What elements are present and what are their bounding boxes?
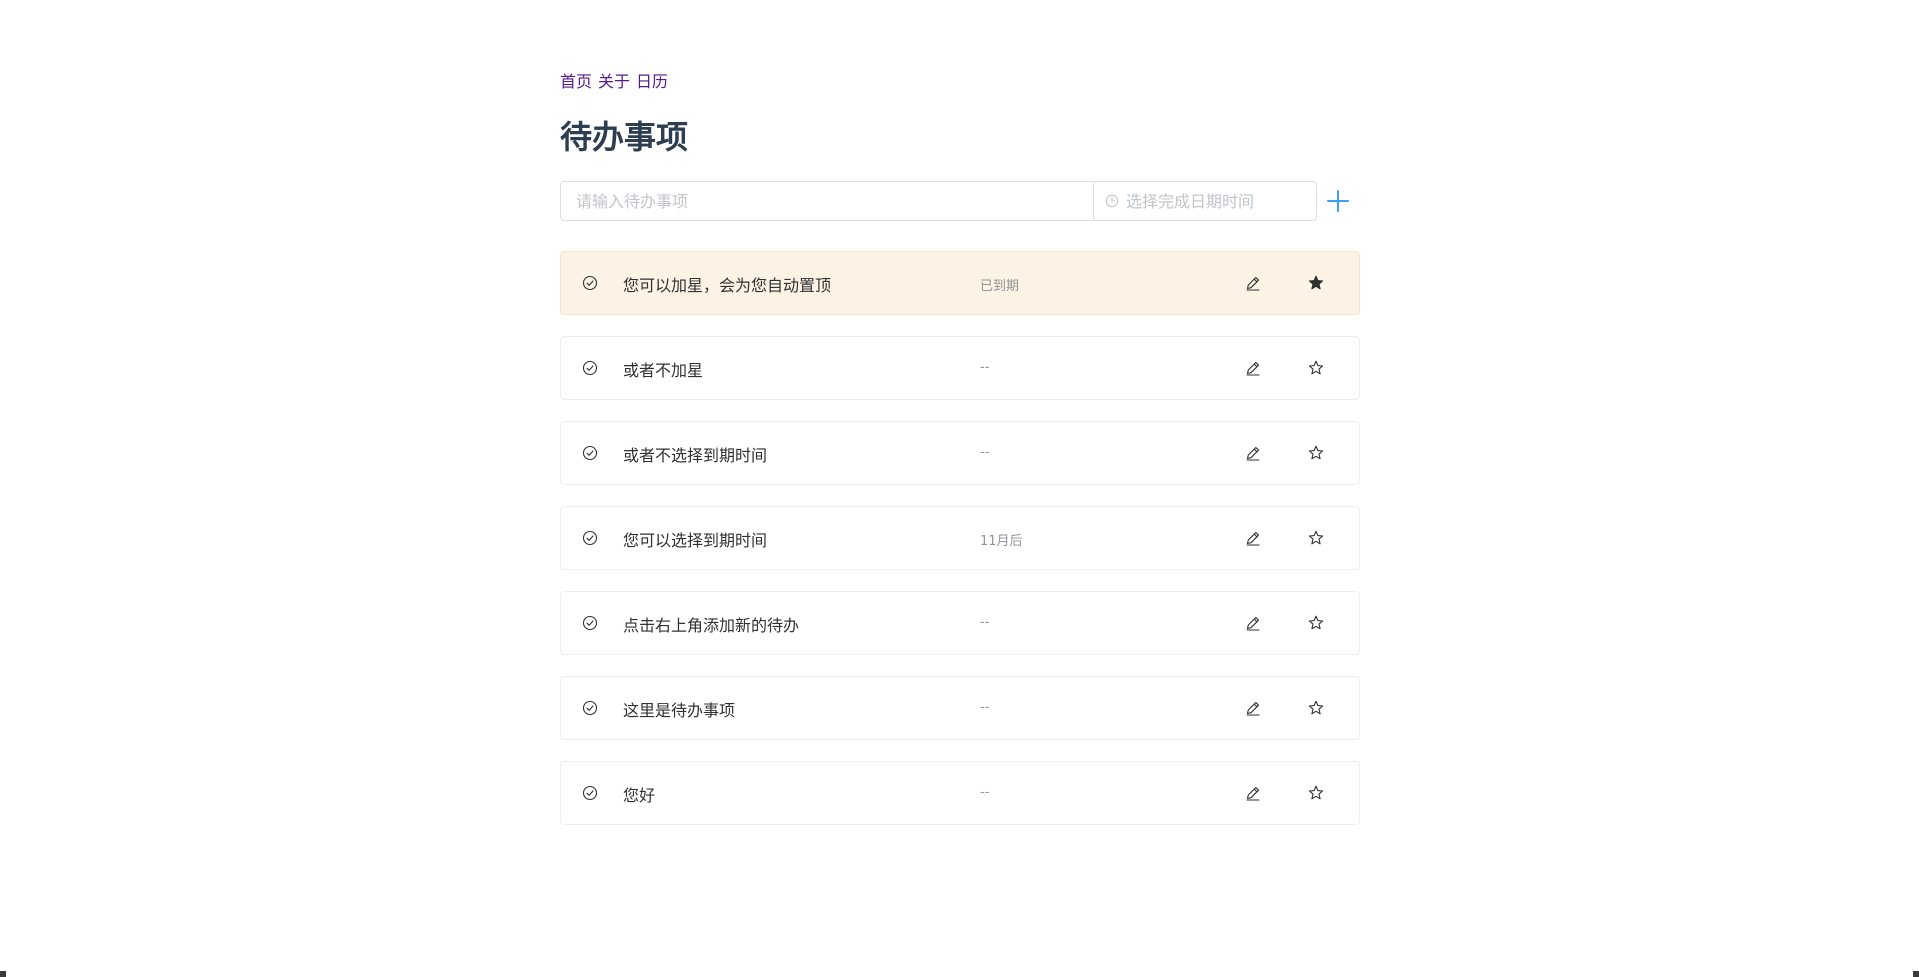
check-circle-icon[interactable] xyxy=(582,275,598,291)
todo-item-6: 这里是待办事项 -- xyxy=(560,676,1360,740)
check-circle-icon[interactable] xyxy=(582,615,598,631)
plus-icon xyxy=(1327,190,1349,212)
nav-link-calendar[interactable]: 日历 xyxy=(636,68,668,92)
star-icon[interactable] xyxy=(1307,359,1325,377)
window-corner-left xyxy=(0,971,6,977)
todo-text: 点击右上角添加新的待办 xyxy=(623,616,800,635)
edit-icon[interactable] xyxy=(1244,529,1262,547)
page: 首页 关于 日历 待办事项 请输入待办事项 选择完成日期时间 您可以加星，会为您… xyxy=(0,0,1919,977)
nav-link-home[interactable]: 首页 xyxy=(560,68,592,92)
check-circle-icon[interactable] xyxy=(582,360,598,376)
todo-text: 或者不加星 xyxy=(623,361,704,380)
todo-text: 这里是待办事项 xyxy=(623,701,736,720)
edit-icon[interactable] xyxy=(1244,444,1262,462)
todo-item-1: 您可以加星，会为您自动置顶 已到期 xyxy=(560,251,1360,315)
add-todo-form xyxy=(560,181,1360,221)
todo-item-7: 您好 -- xyxy=(560,761,1360,825)
todo-text: 您好 xyxy=(623,786,656,805)
edit-icon[interactable] xyxy=(1244,699,1262,717)
todo-due: -- xyxy=(980,360,990,375)
star-icon[interactable] xyxy=(1307,784,1325,802)
star-icon[interactable] xyxy=(1307,529,1325,547)
star-filled-icon[interactable] xyxy=(1307,274,1325,292)
edit-icon[interactable] xyxy=(1244,784,1262,802)
clock-icon xyxy=(1104,193,1120,209)
todo-due: -- xyxy=(980,445,990,460)
star-icon[interactable] xyxy=(1307,614,1325,632)
star-icon[interactable] xyxy=(1307,444,1325,462)
todo-item-3: 或者不选择到期时间 -- xyxy=(560,421,1360,485)
edit-icon[interactable] xyxy=(1244,274,1262,292)
due-date-input[interactable] xyxy=(1126,191,1306,211)
todo-due: -- xyxy=(980,615,990,630)
todo-due: -- xyxy=(980,785,990,800)
check-circle-icon[interactable] xyxy=(582,785,598,801)
todo-text: 或者不选择到期时间 xyxy=(623,446,768,465)
todo-due: -- xyxy=(980,700,990,715)
add-todo-button[interactable] xyxy=(1326,189,1350,213)
edit-icon[interactable] xyxy=(1244,614,1262,632)
todo-due: 已到期 xyxy=(980,279,1020,294)
nav-link-about[interactable]: 关于 xyxy=(598,68,630,92)
todo-item-4: 您可以选择到期时间 11月后 xyxy=(560,506,1360,570)
check-circle-icon[interactable] xyxy=(582,700,598,716)
top-nav: 首页 关于 日历 xyxy=(560,68,668,92)
todo-item-5: 点击右上角添加新的待办 -- xyxy=(560,591,1360,655)
edit-icon[interactable] xyxy=(1244,359,1262,377)
todo-item-2: 或者不加星 -- xyxy=(560,336,1360,400)
todo-input[interactable] xyxy=(560,181,1115,221)
window-corner-right xyxy=(1913,971,1919,977)
check-circle-icon[interactable] xyxy=(582,530,598,546)
check-circle-icon[interactable] xyxy=(582,445,598,461)
todo-text: 您可以选择到期时间 xyxy=(623,531,768,550)
todo-list: 您可以加星，会为您自动置顶 已到期 或者不加星 -- 或者不选择到期时间 -- … xyxy=(560,251,1360,846)
page-title: 待办事项 xyxy=(560,118,689,156)
star-icon[interactable] xyxy=(1307,699,1325,717)
todo-due: 11月后 xyxy=(980,534,1023,549)
due-date-picker[interactable] xyxy=(1093,181,1317,221)
todo-text: 您可以加星，会为您自动置顶 xyxy=(623,276,832,295)
